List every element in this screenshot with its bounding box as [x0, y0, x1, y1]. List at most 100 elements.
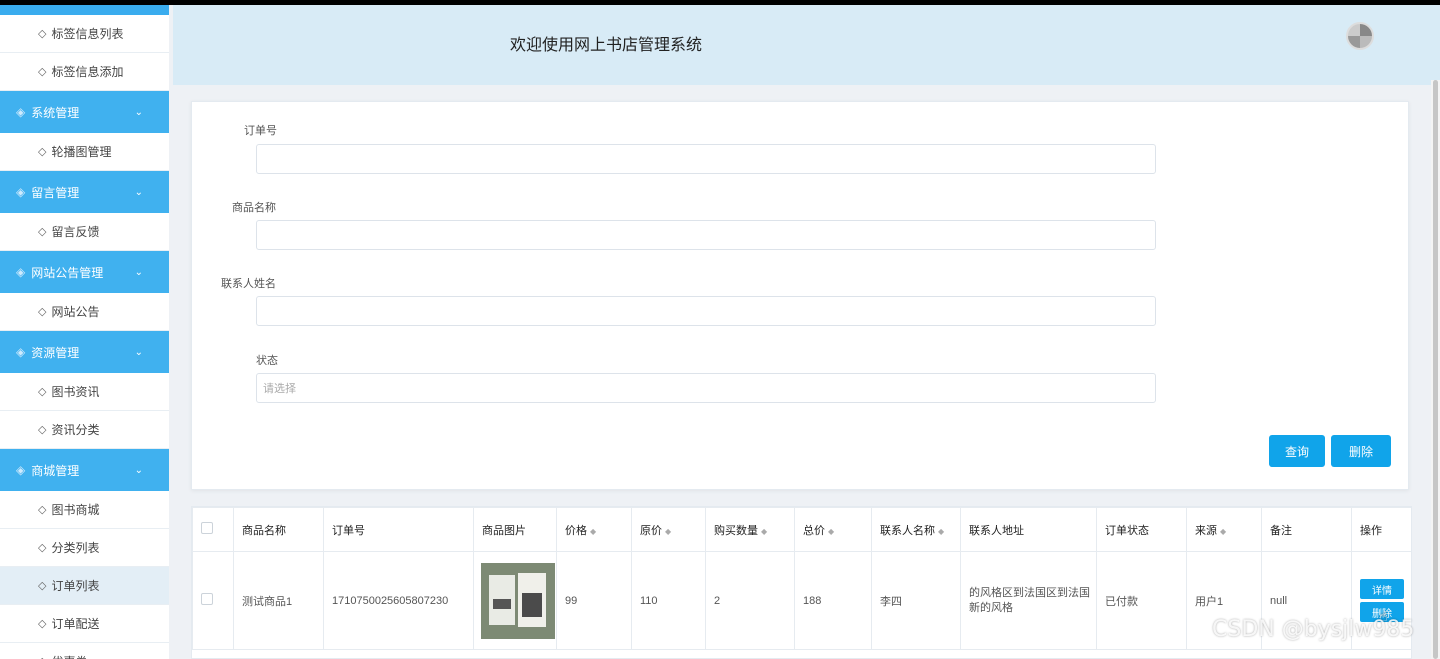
sidebar-group-header: ◈ 留言管理 — [16, 184, 79, 201]
sidebar-group[interactable]: ◈ 资源管理 ⌄ — [0, 331, 169, 373]
sidebar-group-label: 系统管理 — [31, 105, 80, 120]
cell-total: 188 — [794, 551, 872, 650]
sort-icon[interactable]: ◆ — [938, 527, 944, 536]
sort-icon[interactable]: ◆ — [828, 527, 834, 536]
sidebar-group[interactable]: ◈ 系统管理 ⌄ — [0, 91, 169, 133]
sidebar-item[interactable]: ◇ 留言反馈 — [0, 213, 169, 251]
sidebar-item[interactable]: ◇ 轮播图管理 — [0, 133, 169, 171]
select-all-checkbox[interactable] — [201, 522, 213, 534]
sidebar-group[interactable]: ◈ 商城管理 ⌄ — [0, 449, 169, 491]
sidebar-item[interactable]: ◇ 标签信息添加 — [0, 53, 169, 91]
col-status: 订单状态 — [1096, 507, 1187, 552]
col-product-image: 商品图片 — [473, 507, 557, 552]
sort-icon[interactable]: ◆ — [665, 527, 671, 536]
diamond-icon: ◇ — [38, 386, 47, 398]
row-checkbox[interactable] — [201, 593, 213, 605]
page-title: 欢迎使用网上书店管理系统 — [510, 37, 703, 54]
contact-name-input[interactable] — [256, 296, 1156, 326]
col-actions: 操作 — [1351, 507, 1411, 552]
sidebar-item[interactable]: ◇ 标签信息列表 — [0, 15, 169, 53]
col-total[interactable]: 总价 ◆ — [794, 507, 872, 552]
cell-contact-address: 的风格区到法国区到法国新的风格 — [960, 551, 1097, 650]
sidebar-group[interactable]: ◈ 网站公告管理 ⌄ — [0, 251, 169, 293]
sidebar-group-header: ◈ 资源管理 — [16, 344, 79, 361]
diamond-icon: ◇ — [38, 580, 47, 592]
sidebar-item[interactable]: ◇ 优惠券 — [0, 643, 169, 659]
chevron-down-icon: ⌄ — [134, 464, 143, 476]
query-button[interactable]: 查询 — [1269, 435, 1325, 467]
sidebar-item[interactable]: ◇ 图书资讯 — [0, 373, 169, 411]
sidebar-item[interactable]: ◇ 分类列表 — [0, 529, 169, 567]
product-name-input[interactable] — [256, 220, 1156, 250]
sidebar-item[interactable]: ◇ 图书商城 — [0, 491, 169, 529]
avatar[interactable] — [1346, 22, 1374, 50]
cell-status: 已付款 — [1096, 551, 1187, 650]
diamond-icon: ◈ — [16, 265, 26, 279]
diamond-icon: ◇ — [38, 542, 47, 554]
select-all-cell[interactable] — [192, 507, 234, 552]
diamond-icon: ◇ — [38, 618, 47, 630]
sidebar-item-label: 网站公告 — [51, 305, 100, 319]
diamond-icon: ◈ — [16, 463, 26, 477]
scrollbar[interactable] — [1431, 80, 1440, 659]
chevron-down-icon: ⌄ — [134, 266, 143, 278]
sidebar-group-header: ◈ 网站公告管理 — [16, 264, 103, 281]
cell-product-name: 测试商品1 — [233, 551, 324, 650]
sidebar-item-label: 图书资讯 — [51, 385, 100, 399]
status-select[interactable]: 请选择 — [256, 373, 1156, 403]
order-no-label: 订单号 — [244, 125, 277, 137]
chevron-down-icon: ⌄ — [134, 186, 143, 198]
sidebar-item-label: 分类列表 — [51, 541, 100, 555]
product-thumbnail — [481, 562, 555, 639]
detail-button[interactable]: 详情 — [1360, 579, 1404, 599]
scroll-thumb[interactable] — [1433, 80, 1438, 659]
sidebar-group-header: ◈ 商城管理 — [16, 462, 79, 479]
col-source[interactable]: 来源 ◆ — [1186, 507, 1262, 552]
status-placeholder: 请选择 — [263, 383, 296, 395]
sidebar-group[interactable]: ◈ 留言管理 ⌄ — [0, 171, 169, 213]
col-quantity[interactable]: 购买数量 ◆ — [705, 507, 795, 552]
sidebar-item[interactable]: ◇ 订单配送 — [0, 605, 169, 643]
sidebar-item-label: 订单配送 — [51, 617, 100, 631]
sidebar-group-label: 商城管理 — [31, 463, 80, 478]
cell-original-price: 110 — [631, 551, 706, 650]
diamond-icon: ◈ — [16, 185, 26, 199]
col-product-name: 商品名称 — [233, 507, 324, 552]
search-panel: 订单号 商品名称 联系人姓名 状态 请选择 查询 删除 — [191, 101, 1409, 490]
sort-icon[interactable]: ◆ — [1220, 527, 1226, 536]
watermark: CSDN @bysjlw985 — [1212, 617, 1415, 642]
sort-icon[interactable]: ◆ — [590, 527, 596, 536]
sidebar-item-label: 标签信息添加 — [51, 65, 124, 79]
sidebar-item[interactable]: ◇ 网站公告 — [0, 293, 169, 331]
col-price[interactable]: 价格 ◆ — [556, 507, 632, 552]
col-contact-address: 联系人地址 — [960, 507, 1097, 552]
sidebar-item[interactable]: ◇ 订单列表 — [0, 567, 169, 605]
sidebar-top-strip — [0, 5, 169, 15]
cell-price: 99 — [556, 551, 632, 650]
sidebar-item-label: 轮播图管理 — [51, 145, 112, 159]
diamond-icon: ◇ — [38, 504, 47, 516]
chevron-down-icon: ⌄ — [134, 346, 143, 358]
contact-name-label: 联系人姓名 — [221, 278, 276, 290]
col-original-price[interactable]: 原价 ◆ — [631, 507, 706, 552]
diamond-icon: ◇ — [38, 146, 47, 158]
col-price-label: 价格 — [565, 524, 587, 537]
cell-contact-name: 李四 — [871, 551, 961, 650]
col-total-label: 总价 — [803, 524, 825, 537]
sidebar-group-label: 留言管理 — [31, 185, 80, 200]
table-header-row: 商品名称 订单号 商品图片 价格 ◆ 原价 ◆ 购买数量 ◆ 总价 ◆ 联系人名称 ◆ 联… — [192, 507, 1411, 552]
sidebar-item-label: 留言反馈 — [51, 225, 100, 239]
cell-order-no: 1710750025605807230 — [323, 551, 474, 650]
sidebar-group-label: 资源管理 — [31, 345, 80, 360]
row-select-cell[interactable] — [192, 551, 234, 650]
sidebar-item[interactable]: ◇ 资讯分类 — [0, 411, 169, 449]
delete-button[interactable]: 删除 — [1331, 435, 1391, 467]
order-no-input[interactable] — [256, 144, 1156, 174]
col-quantity-label: 购买数量 — [714, 524, 758, 537]
diamond-icon: ◇ — [38, 226, 47, 238]
status-label: 状态 — [256, 355, 278, 367]
diamond-icon: ◇ — [38, 424, 47, 436]
product-name-label: 商品名称 — [232, 202, 276, 214]
col-contact-name[interactable]: 联系人名称 ◆ — [871, 507, 961, 552]
sort-icon[interactable]: ◆ — [761, 527, 767, 536]
